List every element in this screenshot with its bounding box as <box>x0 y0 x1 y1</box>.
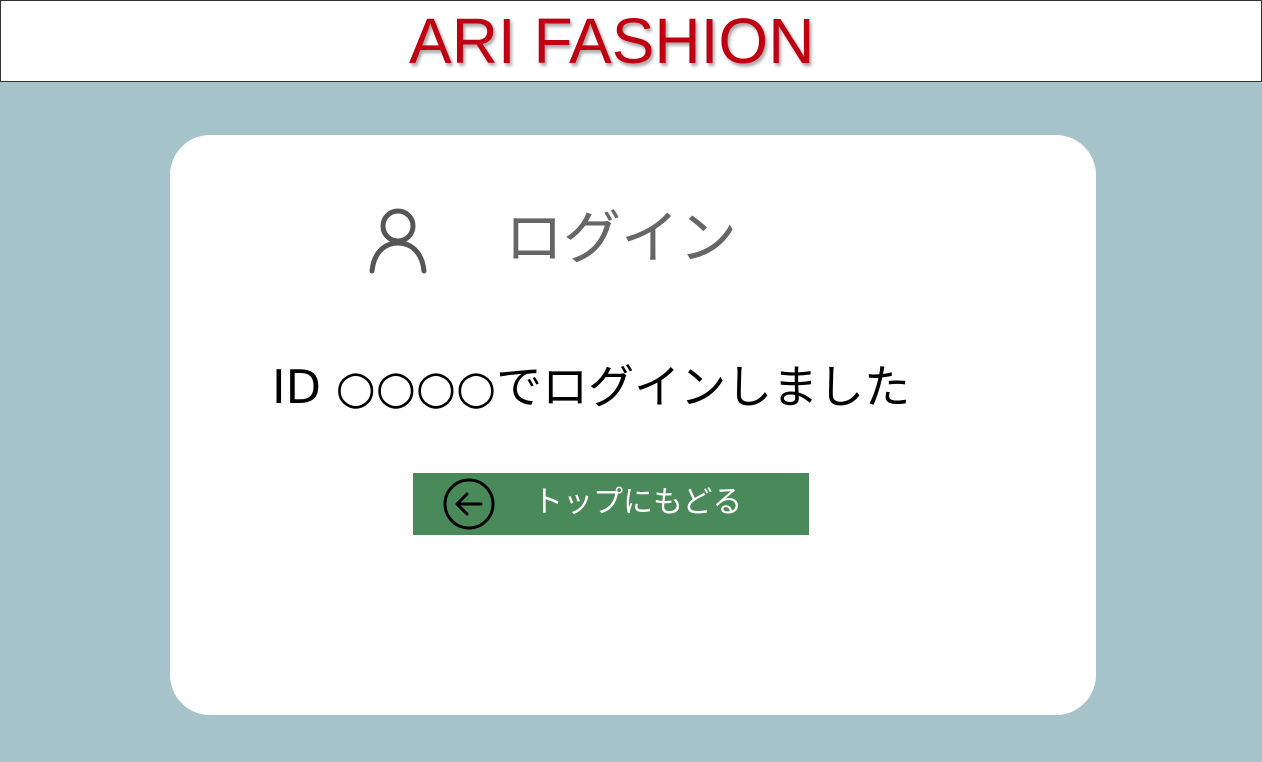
login-success-message: ID ○○○○でログインしました <box>272 360 911 414</box>
arrow-left-circle-icon <box>443 478 495 530</box>
user-icon <box>366 205 430 275</box>
site-header: ARI FASHION <box>0 0 1262 82</box>
login-title: ログイン <box>505 204 738 272</box>
back-button-label: トップにもどる <box>533 485 743 520</box>
back-to-top-button[interactable]: トップにもどる <box>413 473 809 535</box>
brand-logo-text[interactable]: ARI FASHION <box>409 3 814 79</box>
